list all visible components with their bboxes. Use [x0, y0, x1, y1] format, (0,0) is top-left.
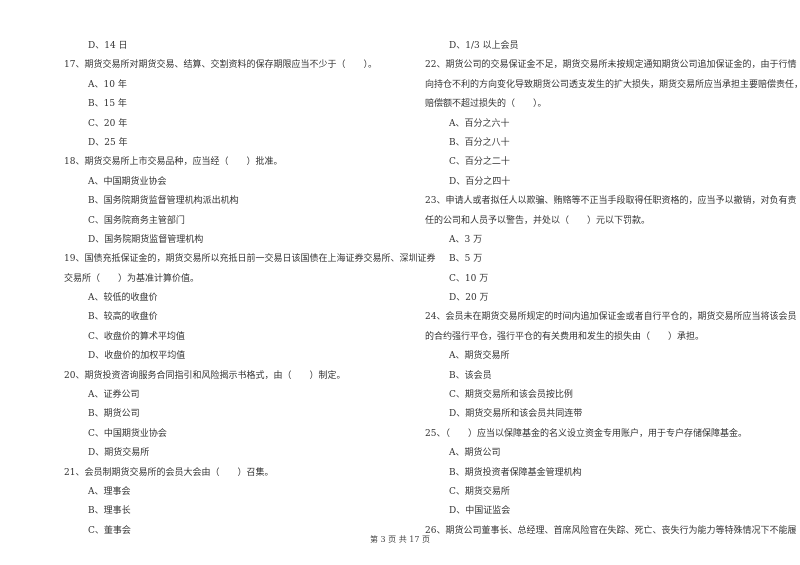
answer-option: A、期货交易所 [449, 351, 510, 362]
page-footer: 第 3 页 共 17 页 [370, 535, 430, 544]
question-text: 交易所（ ）为基准计算价值。 [64, 273, 200, 284]
answer-option: B、5 万 [449, 254, 483, 265]
answer-option: D、14 日 [88, 41, 128, 51]
answer-option: B、该会员 [449, 370, 492, 381]
answer-option: D、中国证监会 [449, 506, 511, 517]
question-text: 23、申请人或者拟任人以欺骗、贿赂等不正当手段取得任职资格的，应当予以撤销，对负… [425, 196, 797, 207]
answer-option: D、期货交易所和该会员共同连带 [449, 409, 583, 420]
answer-option: A、10 年 [88, 79, 127, 90]
answer-option: D、国务院期货监督管理机构 [88, 234, 204, 245]
question-text: 24、会员未在期货交易所规定的时间内追加保证金或者自行平仓的，期货交易所应当将该… [425, 312, 797, 323]
question-text: 22、期货公司的交易保证金不足，期货交易所未按规定通知期货公司追加保证金的，由于… [425, 60, 797, 71]
question-text: 赔偿额不超过损失的（ ）。 [425, 99, 547, 110]
answer-option: D、20 万 [449, 293, 489, 304]
answer-option: C、国务院商务主管部门 [88, 215, 185, 226]
answer-option: B、理事长 [88, 506, 131, 517]
question-text: 18、期货交易所上市交易品种，应当经（ ）批准。 [64, 157, 283, 168]
answer-option: B、国务院期货监督管理机构派出机构 [88, 196, 239, 207]
answer-option: A、中国期货业协会 [88, 176, 167, 187]
answer-option: C、期货交易所和该会员按比例 [449, 390, 573, 401]
question-text: 20、期货投资咨询服务合同指引和风险揭示书格式，由（ ）制定。 [64, 370, 346, 381]
answer-option: C、10 万 [449, 273, 489, 284]
question-text: 任的公司和人员予以警告，并处以（ ）元以下罚款。 [425, 215, 651, 226]
question-text: 21、会员制期货交易所的会员大会由（ ）召集。 [64, 467, 274, 478]
answer-option: C、期货交易所 [449, 486, 510, 497]
answer-option: B、较高的收盘价 [88, 312, 158, 323]
question-text: 19、国债充抵保证金的，期货交易所以充抵日前一交易日该国债在上海证券交易所、深圳… [64, 254, 436, 265]
answer-option: C、中国期货业协会 [88, 428, 167, 439]
question-text: 17、期货交易所对期货交易、结算、交割资料的保存期限应当不少于（ ）。 [64, 60, 377, 71]
answer-option: C、百分之二十 [449, 157, 510, 168]
answer-option: D、1/3 以上会员 [449, 41, 519, 51]
answer-option: C、收盘价的算术平均值 [88, 331, 185, 342]
answer-option: A、较低的收盘价 [88, 293, 158, 304]
answer-option: D、期货交易所 [88, 448, 150, 459]
answer-option: A、期货公司 [449, 448, 501, 459]
answer-option: B、15 年 [88, 99, 127, 110]
answer-option: A、证券公司 [88, 390, 140, 401]
question-text: 向持仓不利的方向变化导致期货公司透支发生的扩大损失，期货交易所应当承担主要赔偿责… [425, 79, 800, 90]
answer-option: A、百分之六十 [449, 118, 510, 129]
question-text: 25、（ ）应当以保障基金的名义设立资金专用账户，用于专户存储保障基金。 [425, 428, 747, 439]
answer-option: D、收盘价的加权平均值 [88, 351, 186, 362]
answer-option: A、3 万 [449, 234, 483, 245]
answer-option: D、百分之四十 [449, 176, 511, 187]
answer-option: C、20 年 [88, 118, 128, 129]
answer-option: B、期货公司 [88, 409, 140, 420]
right-column: D、1/3 以上会员 22、期货公司的交易保证金不足，期货交易所未按规定通知期货公… [425, 37, 800, 541]
answer-option: B、百分之八十 [449, 137, 510, 148]
answer-option: B、期货投资者保障基金管理机构 [449, 467, 582, 478]
question-text: 的合约强行平仓，强行平仓的有关费用和发生的损失由（ ）承担。 [425, 331, 705, 342]
answer-option: A、理事会 [88, 486, 131, 497]
answer-option: D、25 年 [88, 137, 128, 148]
left-column: D、14 日 17、期货交易所对期货交易、结算、交割资料的保存期限应当不少于（ ）… [64, 37, 436, 541]
